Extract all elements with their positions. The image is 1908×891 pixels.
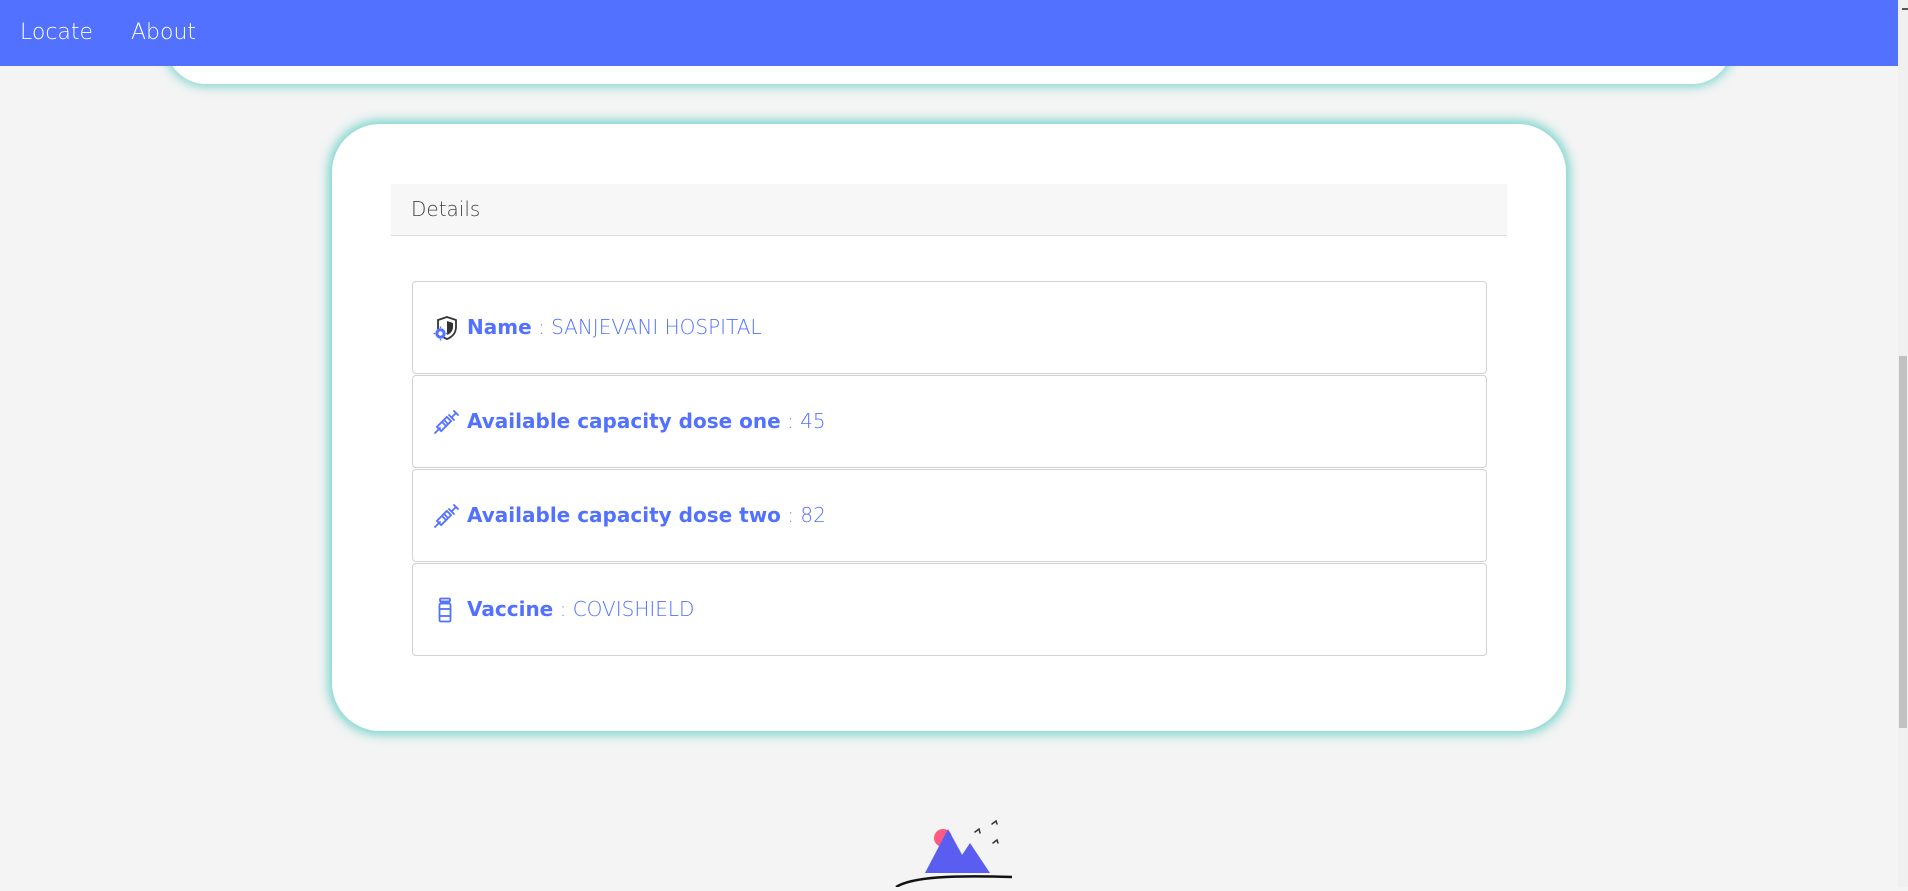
list-item-name: Name : SANJEVANI HOSPITAL (412, 281, 1487, 374)
nav-link-locate[interactable]: Locate (20, 19, 93, 47)
dose-one-value: 45 (800, 409, 826, 433)
name-separator: : (531, 315, 552, 339)
navbar: Locate About (0, 0, 1898, 66)
details-header: Details (391, 184, 1507, 236)
name-label: Name (467, 315, 532, 339)
name-value: SANJEVANI HOSPITAL (551, 315, 762, 339)
dose-two-separator: : (780, 503, 801, 527)
syringe-icon (433, 409, 459, 435)
vaccine-vial-icon (433, 597, 459, 623)
list-item-dose-two: Available capacity dose two : 82 (412, 469, 1487, 562)
mountains-sun-birds-icon (892, 816, 1018, 889)
dose-one-separator: : (780, 409, 801, 433)
dose-two-value: 82 (800, 503, 826, 527)
page-scrollbar[interactable] (1898, 0, 1908, 887)
vaccine-label: Vaccine (467, 597, 554, 621)
details-list: Name : SANJEVANI HOSPITAL Available capa… (412, 281, 1487, 657)
list-item-vaccine: Vaccine : COVISHIELD (412, 563, 1487, 656)
dose-two-label: Available capacity dose two (467, 503, 781, 527)
vaccine-separator: : (553, 597, 573, 621)
dose-one-label: Available capacity dose one (467, 409, 781, 433)
scrollbar-thumb[interactable] (1899, 356, 1907, 728)
syringe-icon (433, 503, 459, 529)
list-item-dose-one: Available capacity dose one : 45 (412, 375, 1487, 468)
hospital-shield-icon (433, 315, 459, 341)
details-card: Details Name : SANJEVANI HOSPITAL Availa… (332, 124, 1566, 731)
details-title: Details (411, 197, 481, 221)
vaccine-value: COVISHIELD (572, 597, 695, 621)
scroll-up-arrow-icon[interactable] (1902, 8, 1908, 10)
nav-link-about[interactable]: About (131, 19, 196, 47)
